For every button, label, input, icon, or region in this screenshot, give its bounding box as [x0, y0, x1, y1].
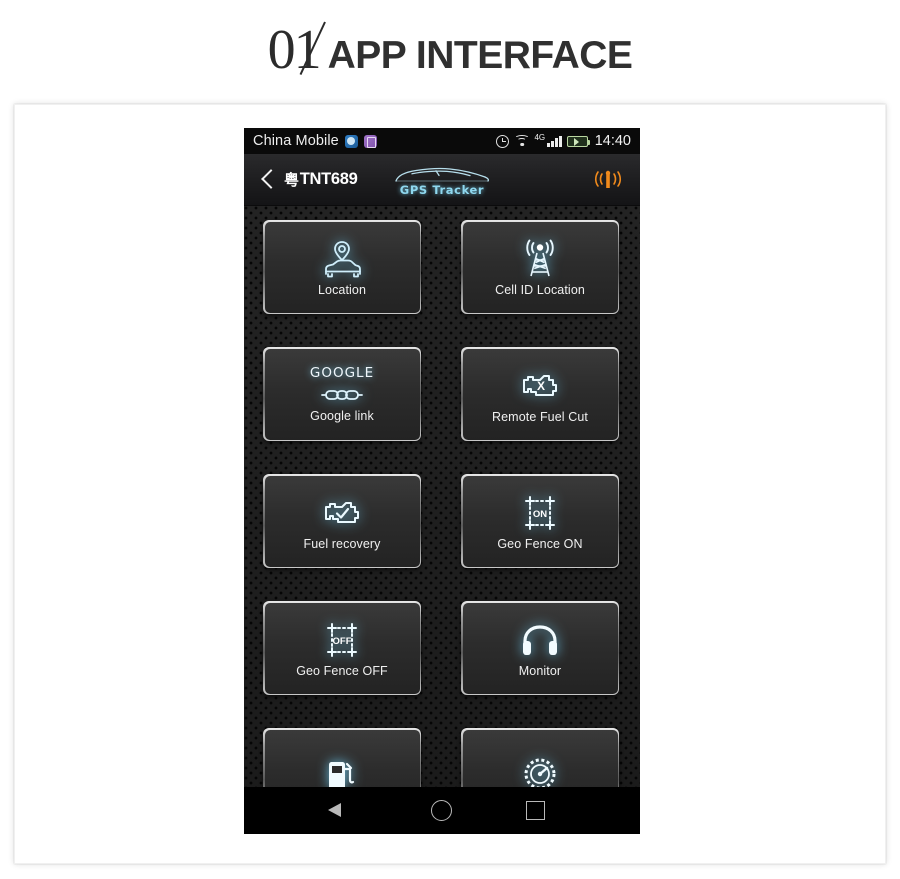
tile-fuel[interactable] [263, 728, 421, 787]
antenna-icon[interactable] [588, 167, 628, 193]
tile-label: Location [317, 282, 367, 297]
app-badge-purple-icon [363, 134, 377, 148]
network-type-label: 4G [534, 133, 546, 142]
geofence-icon: OFF [315, 619, 369, 661]
nav-back-button[interactable] [327, 794, 366, 828]
chain-link-icon [315, 384, 369, 406]
cell-tower-icon [513, 238, 567, 280]
page-title: APP INTERFACE [327, 34, 633, 77]
gps-tracker-logo: GPS Tracker [383, 158, 501, 202]
google-wordmark: GOOGLE [309, 365, 375, 381]
clock-label: 14:40 [594, 133, 631, 149]
android-nav-bar [244, 787, 640, 834]
heading: 01 APP INTERFACE [268, 18, 633, 82]
nav-recents-button[interactable] [518, 794, 552, 828]
phone-screen: China Mobile 4G 14:40 粤 TNT689 GPS Track… [244, 128, 640, 834]
gps-logo-text: GPS Tracker [399, 182, 485, 197]
engine-check-icon [315, 492, 369, 534]
nav-home-button[interactable] [425, 794, 459, 828]
tile-geo-fence-on[interactable]: ON Geo Fence ON [461, 474, 619, 568]
tile-grid: Location Cell ID Location GOOGLE Google … [244, 206, 640, 787]
app-header: 粤 TNT689 GPS Tracker [244, 154, 640, 206]
headphones-icon [513, 619, 567, 661]
tile-label: Google link [310, 409, 374, 423]
svg-text:OFF: OFF [333, 636, 352, 647]
wifi-icon [514, 135, 530, 147]
tile-geo-fence-off[interactable]: OFF Geo Fence OFF [263, 601, 421, 695]
heading-number: 01 [267, 19, 322, 81]
tile-label: Monitor [518, 663, 562, 678]
page-header: 01 APP INTERFACE [0, 0, 900, 96]
battery-icon [566, 135, 591, 147]
tile-remote-fuel-cut[interactable]: X Remote Fuel Cut [461, 347, 619, 441]
tile-label: Cell ID Location [495, 282, 585, 297]
tile-label: Remote Fuel Cut [492, 409, 588, 424]
fuel-pump-icon [315, 753, 369, 787]
geofence-icon: ON [513, 492, 567, 534]
vehicle-plate[interactable]: 粤 TNT689 [284, 169, 358, 190]
tile-label: Fuel recovery [303, 536, 381, 551]
car-pin-icon [315, 238, 369, 280]
speedometer-icon [513, 753, 567, 787]
geofence-state-text: ON [533, 509, 547, 520]
tile-label: Geo Fence ON [497, 536, 583, 551]
alarm-icon [496, 134, 510, 148]
tile-location[interactable]: Location [263, 220, 421, 314]
screenshot-card: China Mobile 4G 14:40 粤 TNT689 GPS Track… [14, 104, 886, 864]
engine-x-icon: X [513, 365, 567, 407]
status-icons: 4G 14:40 [496, 133, 631, 149]
carrier-label: China Mobile [253, 133, 339, 149]
plate-number-label: TNT689 [299, 170, 358, 188]
status-bar: China Mobile 4G 14:40 [244, 128, 640, 154]
svg-text:X: X [537, 379, 545, 393]
tile-label: Geo Fence OFF [296, 663, 388, 678]
app-badge-blue-icon [344, 134, 358, 148]
dashboard-grid-area: Location Cell ID Location GOOGLE Google … [244, 206, 640, 787]
signal-icon [547, 135, 562, 147]
tile-speed[interactable] [461, 728, 619, 787]
tile-fuel-recovery[interactable]: Fuel recovery [263, 474, 421, 568]
back-chevron-icon[interactable] [256, 168, 280, 192]
tile-monitor[interactable]: Monitor [461, 601, 619, 695]
tile-google-link[interactable]: GOOGLE Google link [263, 347, 421, 441]
tile-cell-id-location[interactable]: Cell ID Location [461, 220, 619, 314]
plate-province-label: 粤 [284, 171, 299, 189]
